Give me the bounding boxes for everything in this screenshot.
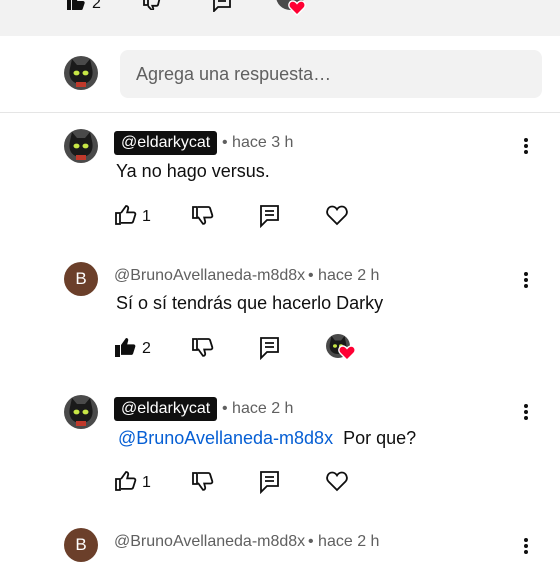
- more-options-button[interactable]: [516, 134, 536, 158]
- comment-time: • hace 3 h: [222, 134, 294, 151]
- comment-time: • hace 2 h: [308, 533, 380, 550]
- cat-avatar-icon: [69, 132, 93, 160]
- heart-outline-icon[interactable]: [325, 470, 349, 492]
- more-options-button[interactable]: [516, 400, 536, 424]
- like-count: 2: [142, 340, 151, 357]
- like-filled-icon[interactable]: [66, 0, 86, 10]
- creator-heart-icon: [338, 345, 356, 361]
- comment-text: Por que?: [343, 428, 417, 448]
- comment-time: • hace 2 h: [308, 267, 380, 284]
- comment-author[interactable]: @eldarkycat: [114, 397, 218, 421]
- like-icon[interactable]: [114, 204, 138, 226]
- comment-author[interactable]: @eldarkycat: [114, 131, 218, 155]
- divider: [0, 112, 560, 113]
- like-count: 2: [92, 0, 101, 12]
- comment-author[interactable]: @BrunoAvellaneda-m8d8x: [114, 532, 305, 552]
- comment-text: Sí o sí tendrás que hacerlo Darky: [116, 293, 384, 313]
- heart-outline-icon[interactable]: [325, 204, 349, 226]
- like-count: 1: [142, 474, 151, 491]
- more-options-button[interactable]: [516, 268, 536, 292]
- more-options-button[interactable]: [516, 534, 536, 558]
- user-avatar: [64, 56, 98, 90]
- reply-icon[interactable]: [212, 0, 232, 12]
- dislike-icon[interactable]: [191, 471, 215, 493]
- cat-avatar-icon: [69, 59, 93, 87]
- dislike-icon[interactable]: [142, 0, 164, 10]
- comment-avatar[interactable]: B: [64, 262, 98, 296]
- comment-text-container: @BrunoAvellaneda-m8d8x Por que?: [118, 426, 416, 450]
- comment-author[interactable]: @BrunoAvellaneda-m8d8x: [114, 266, 305, 286]
- comment-text: Ya no hago versus.: [116, 161, 270, 181]
- like-count: 1: [142, 208, 151, 225]
- like-filled-icon[interactable]: [114, 336, 138, 358]
- reply-icon[interactable]: [259, 470, 281, 494]
- dislike-icon[interactable]: [191, 337, 215, 359]
- mention-link[interactable]: @BrunoAvellaneda-m8d8x: [118, 428, 333, 448]
- reply-input[interactable]: Agrega una respuesta…: [120, 50, 542, 98]
- like-icon[interactable]: [114, 470, 138, 492]
- comment-avatar[interactable]: [64, 129, 98, 163]
- creator-heart-icon: [288, 0, 306, 16]
- reply-icon[interactable]: [259, 204, 281, 228]
- comment-avatar[interactable]: B: [64, 528, 98, 562]
- dislike-icon[interactable]: [191, 205, 215, 227]
- cat-avatar-icon: [69, 398, 93, 426]
- comment-time: • hace 2 h: [222, 400, 294, 417]
- reply-icon[interactable]: [259, 336, 281, 360]
- comment-avatar[interactable]: [64, 395, 98, 429]
